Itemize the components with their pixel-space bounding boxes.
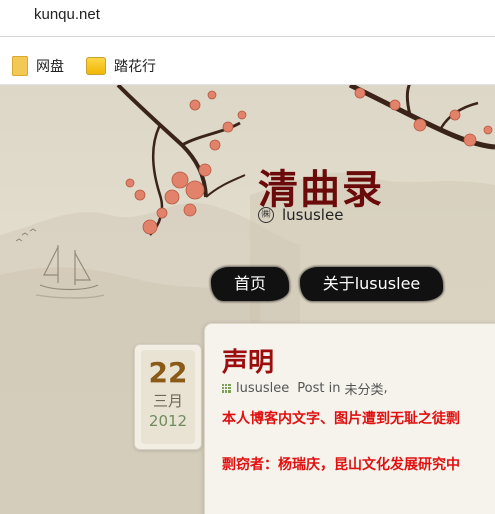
web-page: 清曲录 ㈱ lususlee 首页 关于lususlee 22 三月 2012 … bbox=[0, 85, 495, 514]
post-date-year: 2012 bbox=[148, 412, 188, 430]
nav-about[interactable]: 关于lususlee bbox=[300, 267, 443, 301]
bookmark-wangpan[interactable]: 网盘 bbox=[12, 54, 64, 78]
post-date-month: 三月 bbox=[152, 392, 183, 410]
post-meta-separator: , bbox=[383, 381, 388, 396]
bookmarks-bar: 网盘 踏花行 bbox=[0, 37, 495, 85]
post-meta-author[interactable]: lususlee bbox=[236, 381, 289, 396]
nav-home[interactable]: 首页 bbox=[211, 267, 289, 301]
bookmark-label: 踏花行 bbox=[114, 59, 156, 75]
page-icon bbox=[86, 57, 106, 75]
post-date-day: 22 bbox=[148, 356, 188, 389]
post-card: 声明 lususlee Post in 未分类 , 本人博客内文字、图片遭到无耻… bbox=[204, 323, 495, 514]
url-text[interactable]: kunqu.net bbox=[34, 6, 100, 23]
nav-home-label: 首页 bbox=[233, 274, 266, 293]
post-meta: lususlee Post in 未分类 , bbox=[222, 379, 388, 398]
grid-icon bbox=[222, 384, 231, 393]
site-author-line: ㈱ lususlee bbox=[258, 206, 343, 224]
post-body-paragraph: 剽窃者：杨瑞庆，昆山文化发展研究中 bbox=[222, 457, 460, 473]
bookmark-tahuaxing[interactable]: 踏花行 bbox=[86, 54, 156, 78]
post-date-inner: 22 三月 2012 bbox=[141, 350, 195, 444]
post-meta-category[interactable]: 未分类 bbox=[344, 379, 383, 398]
post-meta-post-in: Post in bbox=[297, 381, 341, 396]
site-author-name: lususlee bbox=[282, 206, 344, 224]
nav-about-label: 关于lususlee bbox=[322, 274, 421, 293]
bookmark-label: 网盘 bbox=[36, 59, 64, 75]
post-date: 22 三月 2012 bbox=[134, 344, 202, 450]
address-bar[interactable]: kunqu.net bbox=[0, 0, 495, 37]
author-seal-icon: ㈱ bbox=[258, 207, 274, 223]
post-title[interactable]: 声明 bbox=[222, 342, 274, 379]
folder-icon bbox=[12, 56, 28, 76]
post-body-paragraph: 本人博客内文字、图片遭到无耻之徒剽 bbox=[222, 411, 460, 427]
